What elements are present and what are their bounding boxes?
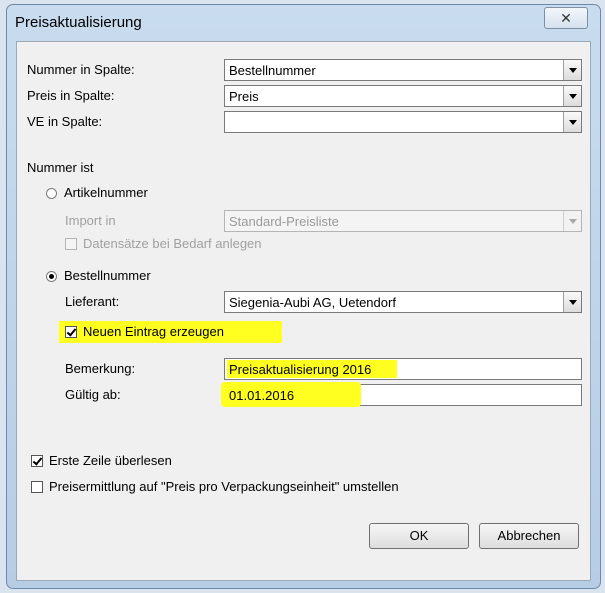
- ve-in-spalte-label: VE in Spalte:: [27, 114, 103, 129]
- lieferant-value: Siegenia-Aubi AG, Uetendorf: [229, 295, 396, 310]
- cancel-button[interactable]: Abbrechen: [479, 523, 579, 549]
- bemerkung-field[interactable]: Preisaktualisierung 2016: [224, 358, 582, 380]
- close-icon: ✕: [560, 10, 572, 26]
- gueltig-ab-label: Gültig ab:: [65, 387, 121, 402]
- preisermittlung-label[interactable]: Preisermittlung auf "Preis pro Verpackun…: [49, 479, 399, 494]
- chevron-down-icon[interactable]: [563, 60, 581, 80]
- nummer-ist-label: Nummer ist: [27, 160, 94, 175]
- chevron-down-icon[interactable]: [563, 292, 581, 312]
- neuen-eintrag-label[interactable]: Neuen Eintrag erzeugen: [83, 324, 224, 339]
- chevron-down-icon[interactable]: [563, 211, 581, 231]
- preisermittlung-checkbox[interactable]: [31, 481, 43, 493]
- nummer-in-spalte-label: Nummer in Spalte:: [27, 62, 135, 77]
- bestellnummer-label[interactable]: Bestellnummer: [64, 268, 151, 283]
- gueltig-ab-value: 01.01.2016: [229, 388, 295, 403]
- nummer-in-spalte-select[interactable]: Bestellnummer: [224, 59, 582, 81]
- lieferant-label: Lieferant:: [65, 294, 120, 309]
- preis-in-spalte-label: Preis in Spalte:: [27, 88, 115, 103]
- datensaetze-checkbox[interactable]: [65, 238, 77, 250]
- artikelnummer-label[interactable]: Artikelnummer: [64, 185, 148, 200]
- erste-zeile-label[interactable]: Erste Zeile überlesen: [49, 453, 172, 468]
- ve-in-spalte-select[interactable]: [224, 111, 582, 133]
- neuen-eintrag-checkbox[interactable]: [65, 326, 77, 338]
- close-button[interactable]: ✕: [544, 7, 588, 29]
- import-in-value: Standard-Preisliste: [229, 214, 339, 229]
- datensaetze-label: Datensätze bei Bedarf anlegen: [83, 236, 262, 251]
- title-bar[interactable]: Preisaktualisierung ✕: [7, 5, 600, 41]
- dialog-window: Preisaktualisierung ✕ Nummer in Spalte: …: [6, 4, 601, 589]
- dialog-body: Nummer in Spalte: Bestellnummer Preis in…: [16, 41, 591, 581]
- import-in-select[interactable]: Standard-Preisliste: [224, 210, 582, 232]
- preis-in-spalte-value: Preis: [229, 89, 259, 104]
- import-in-label: Import in: [65, 213, 116, 228]
- bestellnummer-radio[interactable]: [46, 271, 57, 282]
- chevron-down-icon[interactable]: [563, 86, 581, 106]
- bemerkung-value: Preisaktualisierung 2016: [229, 362, 372, 377]
- artikelnummer-radio[interactable]: [46, 188, 57, 199]
- bemerkung-label: Bemerkung:: [65, 361, 136, 376]
- ok-button[interactable]: OK: [369, 523, 469, 549]
- window-title: Preisaktualisierung: [15, 14, 142, 31]
- chevron-down-icon[interactable]: [563, 112, 581, 132]
- lieferant-select[interactable]: Siegenia-Aubi AG, Uetendorf: [224, 291, 582, 313]
- gueltig-ab-field[interactable]: 01.01.2016: [221, 382, 582, 407]
- nummer-in-spalte-value: Bestellnummer: [229, 63, 316, 78]
- erste-zeile-checkbox[interactable]: [31, 455, 43, 467]
- preis-in-spalte-select[interactable]: Preis: [224, 85, 582, 107]
